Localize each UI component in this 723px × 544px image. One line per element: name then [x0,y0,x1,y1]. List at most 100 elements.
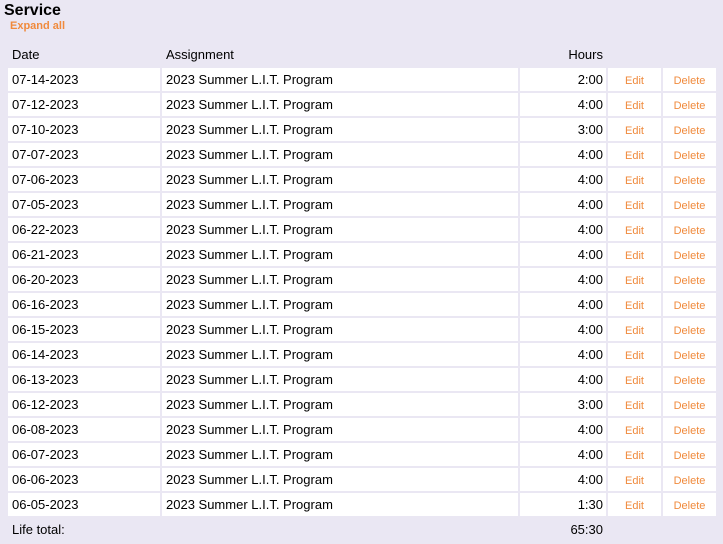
row-delete-cell: Delete [663,343,716,366]
row-date: 06-20-2023 [8,268,160,291]
row-edit-cell: Edit [608,243,661,266]
row-date: 07-07-2023 [8,143,160,166]
row-assignment: 2023 Summer L.I.T. Program [162,368,518,391]
row-hours: 4:00 [520,443,606,466]
edit-link[interactable]: Edit [625,150,644,162]
edit-link[interactable]: Edit [625,125,644,137]
row-date: 07-12-2023 [8,93,160,116]
table-row: 06-22-2023 2023 Summer L.I.T. Program 4:00… [0,217,723,242]
row-assignment: 2023 Summer L.I.T. Program [162,393,518,416]
row-delete-cell: Delete [663,468,716,491]
row-delete-cell: Delete [663,68,716,91]
row-hours: 4:00 [520,418,606,441]
row-assignment: 2023 Summer L.I.T. Program [162,68,518,91]
row-edit-cell: Edit [608,143,661,166]
delete-link[interactable]: Delete [674,450,706,462]
delete-link[interactable]: Delete [674,400,706,412]
row-edit-cell: Edit [608,468,661,491]
table-row: 07-05-2023 2023 Summer L.I.T. Program 4:00… [0,192,723,217]
row-date: 07-10-2023 [8,118,160,141]
row-assignment: 2023 Summer L.I.T. Program [162,218,518,241]
delete-link[interactable]: Delete [674,200,706,212]
row-edit-cell: Edit [608,218,661,241]
row-hours: 4:00 [520,93,606,116]
table-row: 06-20-2023 2023 Summer L.I.T. Program 4:00… [0,267,723,292]
delete-link[interactable]: Delete [674,75,706,87]
delete-link[interactable]: Delete [674,325,706,337]
row-assignment: 2023 Summer L.I.T. Program [162,143,518,166]
service-table: Date Assignment Hours 07-14-2023 2023 Sum… [0,42,723,542]
row-edit-cell: Edit [608,118,661,141]
delete-link[interactable]: Delete [674,475,706,487]
table-row: 06-21-2023 2023 Summer L.I.T. Program 4:00… [0,242,723,267]
table-footer-row: Life total: 65:30 [0,517,723,542]
row-assignment: 2023 Summer L.I.T. Program [162,243,518,266]
edit-link[interactable]: Edit [625,250,644,262]
row-assignment: 2023 Summer L.I.T. Program [162,193,518,216]
row-delete-cell: Delete [663,293,716,316]
table-row: 06-14-2023 2023 Summer L.I.T. Program 4:00… [0,342,723,367]
row-date: 06-22-2023 [8,218,160,241]
edit-link[interactable]: Edit [625,325,644,337]
row-hours: 4:00 [520,318,606,341]
delete-link[interactable]: Delete [674,350,706,362]
row-hours: 1:30 [520,493,606,516]
row-date: 06-07-2023 [8,443,160,466]
row-edit-cell: Edit [608,493,661,516]
table-header-row: Date Assignment Hours [0,42,723,67]
edit-link[interactable]: Edit [625,100,644,112]
row-hours: 4:00 [520,143,606,166]
row-date: 06-12-2023 [8,393,160,416]
row-delete-cell: Delete [663,193,716,216]
edit-link[interactable]: Edit [625,175,644,187]
edit-link[interactable]: Edit [625,350,644,362]
table-row: 06-12-2023 2023 Summer L.I.T. Program 3:00… [0,392,723,417]
delete-link[interactable]: Delete [674,225,706,237]
row-edit-cell: Edit [608,193,661,216]
row-delete-cell: Delete [663,168,716,191]
row-date: 06-21-2023 [8,243,160,266]
edit-link[interactable]: Edit [625,400,644,412]
row-delete-cell: Delete [663,368,716,391]
delete-link[interactable]: Delete [674,275,706,287]
column-header-assignment: Assignment [166,47,234,62]
delete-link[interactable]: Delete [674,375,706,387]
row-edit-cell: Edit [608,68,661,91]
row-edit-cell: Edit [608,343,661,366]
delete-link[interactable]: Delete [674,300,706,312]
edit-link[interactable]: Edit [625,375,644,387]
edit-link[interactable]: Edit [625,425,644,437]
edit-link[interactable]: Edit [625,450,644,462]
row-hours: 4:00 [520,218,606,241]
row-edit-cell: Edit [608,368,661,391]
edit-link[interactable]: Edit [625,300,644,312]
row-date: 06-06-2023 [8,468,160,491]
edit-link[interactable]: Edit [625,75,644,87]
row-date: 07-06-2023 [8,168,160,191]
delete-link[interactable]: Delete [674,425,706,437]
delete-link[interactable]: Delete [674,250,706,262]
delete-link[interactable]: Delete [674,100,706,112]
row-assignment: 2023 Summer L.I.T. Program [162,93,518,116]
delete-link[interactable]: Delete [674,500,706,512]
row-edit-cell: Edit [608,93,661,116]
section-title: Service [4,2,61,19]
expand-all-link[interactable]: Expand all [10,20,65,32]
row-assignment: 2023 Summer L.I.T. Program [162,343,518,366]
edit-link[interactable]: Edit [625,500,644,512]
delete-link[interactable]: Delete [674,150,706,162]
delete-link[interactable]: Delete [674,125,706,137]
row-hours: 4:00 [520,168,606,191]
delete-link[interactable]: Delete [674,175,706,187]
life-total-label: Life total: [12,522,65,537]
edit-link[interactable]: Edit [625,275,644,287]
row-hours: 2:00 [520,68,606,91]
row-delete-cell: Delete [663,493,716,516]
table-row: 07-10-2023 2023 Summer L.I.T. Program 3:00… [0,117,723,142]
edit-link[interactable]: Edit [625,200,644,212]
edit-link[interactable]: Edit [625,225,644,237]
column-header-date: Date [12,47,40,62]
row-delete-cell: Delete [663,268,716,291]
row-date: 06-13-2023 [8,368,160,391]
edit-link[interactable]: Edit [625,475,644,487]
